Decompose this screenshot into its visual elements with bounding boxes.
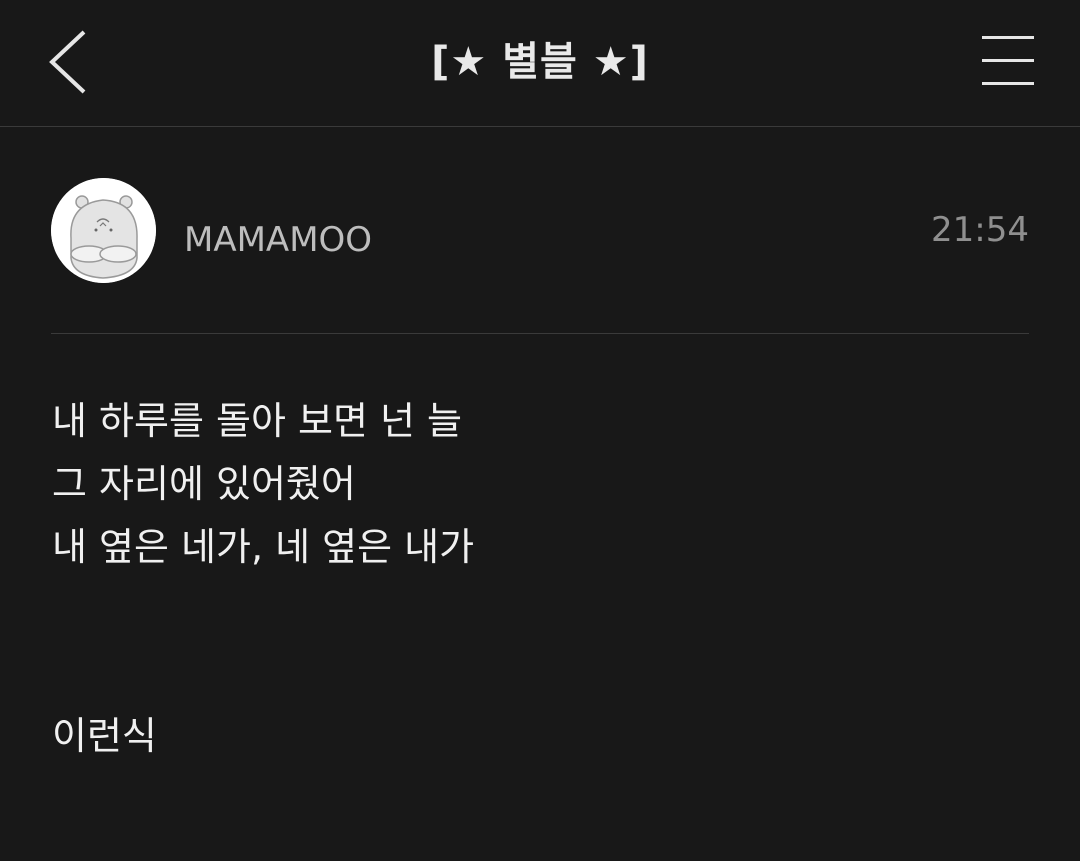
author-name[interactable]: MAMAMOO xyxy=(184,218,372,262)
post-line: 그 자리에 있어줬어 xyxy=(52,462,356,506)
post-header: MAMAMOO 21:54 xyxy=(51,178,1029,284)
post-line xyxy=(52,642,1028,705)
hamster-avatar-icon xyxy=(51,178,156,283)
post-line: 내 하루를 돌아 보면 넌 늘 xyxy=(52,399,462,443)
divider xyxy=(51,333,1029,334)
avatar[interactable] xyxy=(51,178,156,283)
post-line xyxy=(52,579,1028,642)
post-line: 내 옆은 네가, 네 옆은 내가 xyxy=(52,525,475,569)
hamburger-menu-icon xyxy=(982,36,1034,85)
menu-button[interactable] xyxy=(974,30,1040,94)
top-bar: [★ 별블 ★] xyxy=(0,0,1080,127)
post-body: 내 하루를 돌아 보면 넌 늘 그 자리에 있어줬어 내 옆은 네가, 네 옆은… xyxy=(52,390,1028,768)
page-title: [★ 별블 ★] xyxy=(431,39,649,85)
post-time: 21:54 xyxy=(931,210,1029,250)
post-line: 이런식 xyxy=(52,714,157,758)
